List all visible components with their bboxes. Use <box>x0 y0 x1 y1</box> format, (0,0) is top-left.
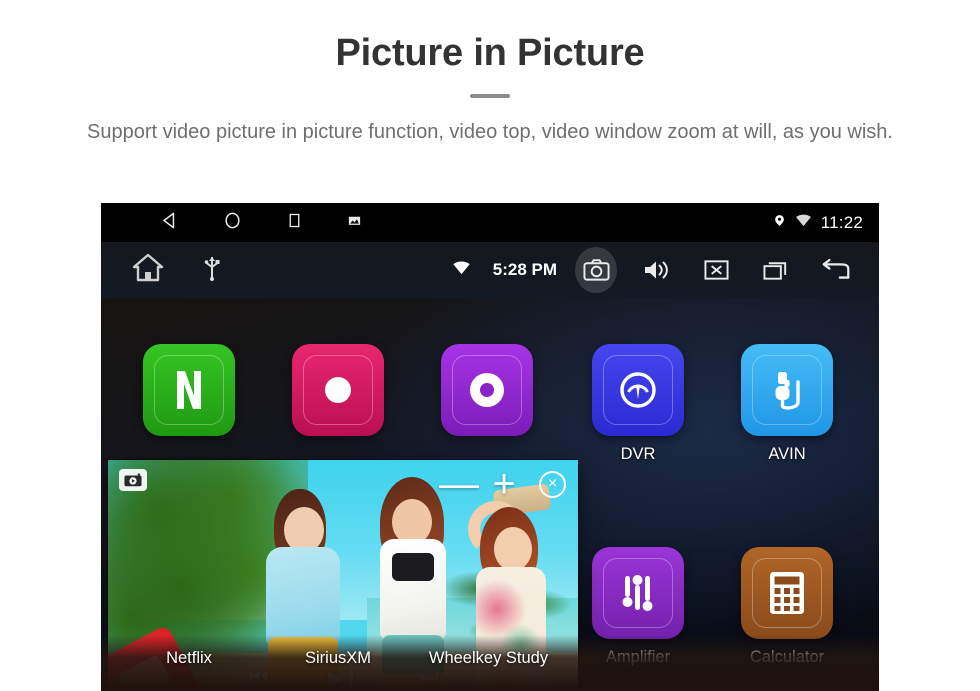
app-label-siriusxm: SiriusXM <box>304 649 371 667</box>
app-avin[interactable]: AVIN <box>728 344 846 464</box>
pip-close-button[interactable]: × <box>539 470 566 498</box>
home-icon[interactable] <box>223 211 242 235</box>
app-label-wheelkey-study: Wheelkey Study <box>428 649 549 667</box>
pip-zoom-out-button[interactable]: — <box>439 464 479 504</box>
next-track-button[interactable]: ⏭ <box>420 666 439 691</box>
app-toolbar: 5:28 PM <box>101 242 879 298</box>
android-nav-buttons <box>160 211 362 235</box>
screenshot-icon[interactable] <box>347 213 362 233</box>
device-screenshot: 11:22 5:28 PM DVR AVIN Amplifier Calcula… <box>101 203 879 691</box>
back-icon[interactable] <box>160 211 179 235</box>
toolbar-left-group <box>132 253 220 287</box>
wifi-icon <box>452 260 471 280</box>
recents-icon[interactable] <box>286 212 303 234</box>
pip-window-controls: — + × <box>439 464 566 504</box>
home-screen-desktop: DVR AVIN Amplifier Calculator — + × ⏮ ▶❙… <box>101 298 879 691</box>
status-bar-clock: 11:22 <box>820 212 863 232</box>
app-label-netflix: Netflix <box>166 649 212 667</box>
app-label-dvr: DVR <box>620 445 656 463</box>
pip-playback-controls: ⏮ ▶❙ ⏭ <box>108 666 578 691</box>
play-pause-button[interactable]: ▶❙ <box>328 666 360 691</box>
location-pin-icon <box>773 213 786 233</box>
toolbar-right-group: 5:28 PM <box>452 247 857 293</box>
amplifier-equalizer-icon <box>592 547 684 639</box>
app-amplifier[interactable]: Amplifier <box>579 547 697 667</box>
app-label-netflix-wrap: Netflix <box>130 640 248 668</box>
app-label-calculator: Calculator <box>749 648 825 666</box>
usb-icon[interactable] <box>204 255 220 286</box>
app-label-siriusxm-wrap: SiriusXM <box>279 640 397 668</box>
app-label-wheelkey-wrap: Wheelkey Study <box>416 640 561 668</box>
wifi-icon <box>795 214 812 232</box>
siriusxm-icon <box>292 344 384 436</box>
volume-button[interactable] <box>635 247 677 293</box>
page-title: Picture in Picture <box>335 32 645 74</box>
pip-zoom-in-button[interactable]: + <box>489 464 519 504</box>
netflix-icon <box>143 344 235 436</box>
hero-section: Picture in Picture Support video picture… <box>0 0 980 147</box>
avin-plug-icon <box>741 344 833 436</box>
app-dvr[interactable]: DVR <box>579 344 697 464</box>
app-label-avin: AVIN <box>768 445 806 463</box>
recents-button[interactable] <box>755 247 797 293</box>
camera-button[interactable] <box>575 247 617 293</box>
prev-track-button[interactable]: ⏮ <box>249 666 268 691</box>
calculator-icon <box>741 547 833 639</box>
video-capture-icon[interactable] <box>119 469 147 491</box>
close-button[interactable] <box>695 247 737 293</box>
dvr-gauge-icon <box>592 344 684 436</box>
title-divider <box>470 93 510 98</box>
home-icon[interactable] <box>132 253 164 287</box>
app-calculator[interactable]: Calculator <box>728 547 846 667</box>
back-button[interactable] <box>815 247 857 293</box>
page-subtitle: Support video picture in picture functio… <box>87 120 893 143</box>
app-label-amplifier: Amplifier <box>605 648 671 666</box>
status-bar-indicators: 11:22 <box>773 213 863 233</box>
app-wheelkey-study[interactable] <box>428 344 546 436</box>
toolbar-clock: 5:28 PM <box>492 260 557 279</box>
wheelkey-study-icon <box>441 344 533 436</box>
app-netflix[interactable] <box>130 344 248 436</box>
app-siriusxm[interactable] <box>279 344 397 436</box>
android-status-bar: 11:22 <box>101 203 879 242</box>
